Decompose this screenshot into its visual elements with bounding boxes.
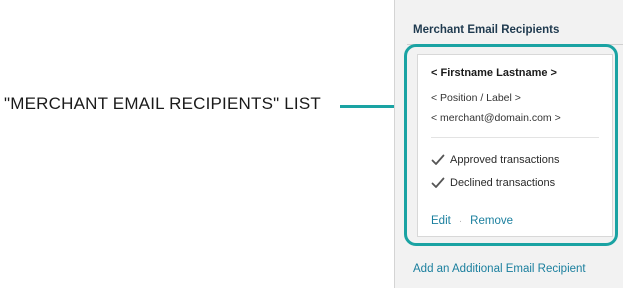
- panel-title: Merchant Email Recipients: [413, 24, 560, 36]
- add-email-recipient-link[interactable]: Add an Additional Email Recipient: [413, 263, 586, 275]
- callout-label: "MERCHANT EMAIL RECIPIENTS" LIST: [4, 94, 321, 113]
- callout-highlight-box: [404, 44, 618, 246]
